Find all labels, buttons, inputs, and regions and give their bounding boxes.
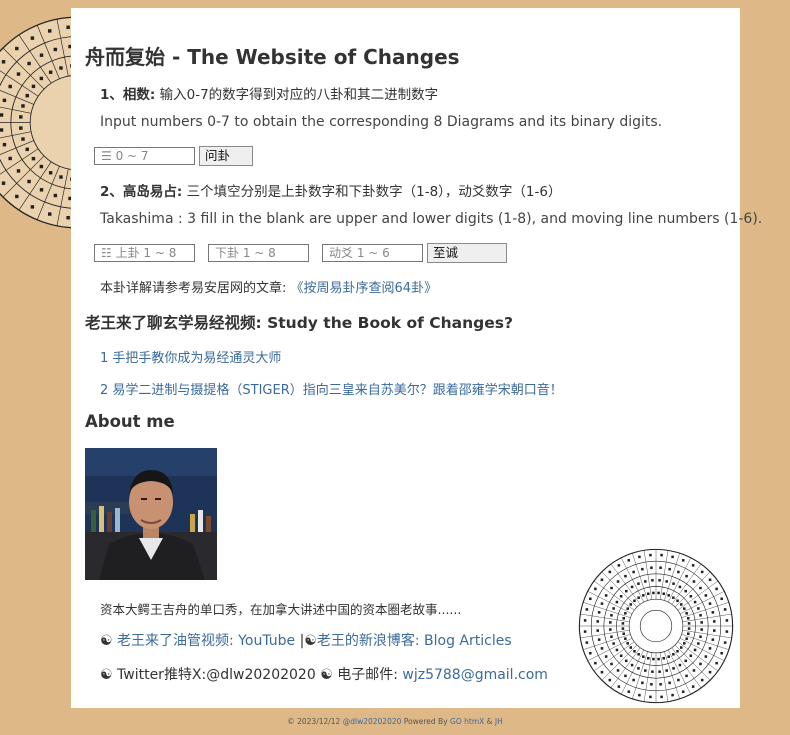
footer-author-link[interactable]: JH: [495, 717, 503, 726]
bio-text: 资本大鳄王吉舟的单口秀，在加拿大讲述中国的资本圈老故事......: [100, 602, 462, 617]
about-heading: About me: [85, 412, 175, 431]
footer-copyright: © 2023/12/12: [287, 717, 341, 726]
video-link-1[interactable]: 1 手把手教你成为易经通灵大师: [100, 347, 281, 366]
section2-description: 三个填空分别是上卦数字和下卦数字（1-8），动爻数字（1-6）: [186, 184, 562, 200]
footer-tech-link[interactable]: GO htmX: [450, 717, 484, 726]
videos-heading: 老王来了聊玄学易经视频: Study the Book of Changes?: [85, 314, 513, 332]
section2-number: 2、: [100, 184, 123, 200]
yin-yang-icon: ☯: [100, 633, 113, 649]
footer: © 2023/12/12 @dlw20202020 Powered By GO …: [0, 717, 790, 726]
page-title: 舟而复始 - The Website of Changes: [85, 45, 460, 69]
section1-title: 1、相数: 输入0-7的数字得到对应的八卦和其二进制数字: [100, 83, 438, 103]
section2-heading: 高岛易占:: [122, 184, 183, 200]
profile-photo-image: [85, 448, 217, 580]
footer-handle-link[interactable]: @dlw20202020: [343, 717, 402, 726]
section1-number: 1、: [100, 87, 123, 103]
sincerity-divine-button[interactable]: 至诚: [427, 243, 507, 263]
yin-yang-icon: ☯: [100, 667, 113, 683]
youtube-link[interactable]: 老王来了油管视频: YouTube: [117, 633, 295, 649]
contact-row: ☯ Twitter推特X:@dlw20202020 ☯ 电子邮件: wjz578…: [100, 664, 548, 684]
twitter-handle: Twitter推特X:@dlw20202020: [117, 667, 316, 683]
section2-title: 2、高岛易占: 三个填空分别是上卦数字和下卦数字（1-8），动爻数字（1-6）: [100, 180, 561, 200]
footer-amp: &: [486, 717, 493, 726]
email-link[interactable]: wjz5788@gmail.com: [402, 667, 548, 683]
yin-yang-icon: ☯: [320, 667, 333, 683]
section1-english: Input numbers 0-7 to obtain the correspo…: [100, 114, 663, 130]
section1-description: 输入0-7的数字得到对应的八卦和其二进制数字: [159, 87, 439, 103]
section1-heading: 相数:: [122, 87, 156, 103]
profile-photo: [85, 448, 217, 580]
trigram-number-input[interactable]: ☰ 0 ~ 7: [94, 147, 195, 165]
moving-line-input[interactable]: 动爻 1 ~ 6: [322, 244, 423, 262]
hexagram-note: 本卦详解请参考易安居网的文章: 《按周易卦序查阅64卦》: [100, 277, 437, 296]
video-link-2[interactable]: 2 易学二进制与摄提格（STIGER）指向三皇来自苏美尔？跟着邵雍学宋朝口音！: [100, 379, 563, 398]
hexagram-note-text: 本卦详解请参考易安居网的文章:: [100, 281, 287, 296]
hexagram-64-link[interactable]: 《按周易卦序查阅64卦》: [291, 281, 438, 296]
section2-english: Takashima : 3 fill in the blank are uppe…: [100, 211, 763, 227]
blog-link[interactable]: 老王的新浪博客: Blog Articles: [317, 633, 512, 649]
yin-yang-icon: ☯: [304, 633, 317, 649]
ask-trigram-button[interactable]: 问卦: [199, 146, 253, 166]
social-links-row: ☯ 老王来了油管视频: YouTube |☯老王的新浪博客: Blog Arti…: [100, 630, 512, 650]
bagua-wheel-right-image: [578, 548, 734, 704]
upper-trigram-input[interactable]: ☷ 上卦 1 ~ 8: [94, 244, 195, 262]
email-label: 电子邮件:: [337, 667, 398, 683]
footer-powered: Powered By: [403, 717, 448, 726]
lower-trigram-input[interactable]: 下卦 1 ~ 8: [208, 244, 309, 262]
